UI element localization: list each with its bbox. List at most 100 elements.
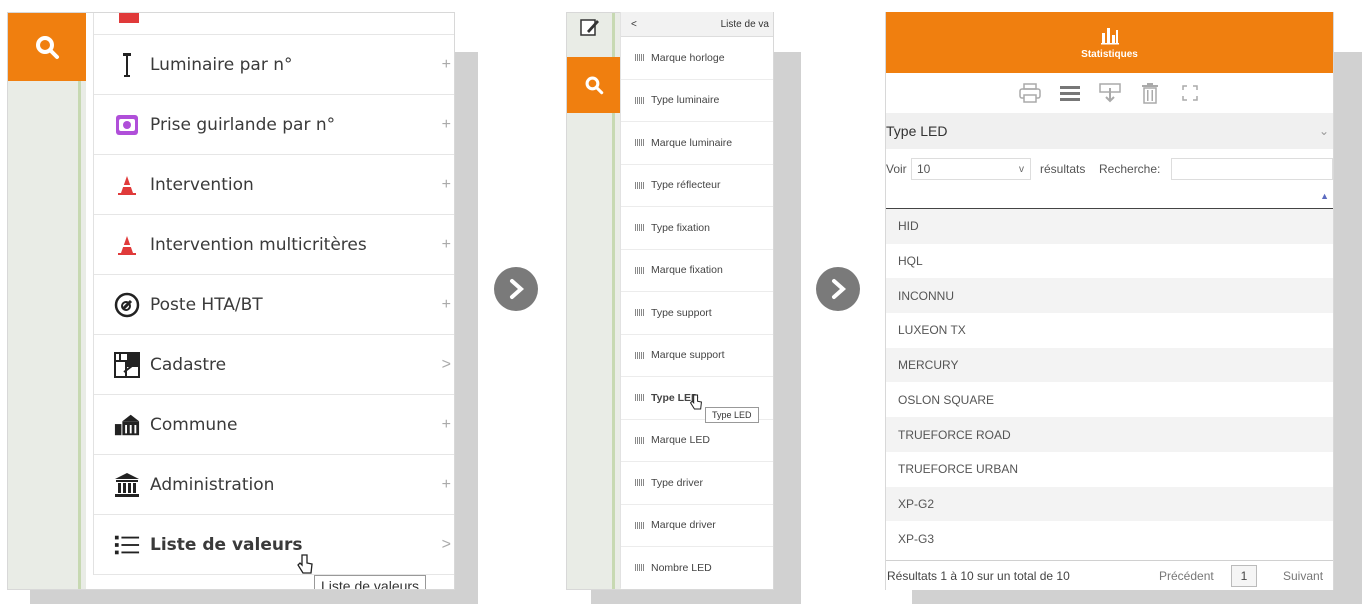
list-item[interactable]: Type driver [621,462,773,505]
menu-item-commune[interactable]: Commune + [94,395,454,455]
sort-asc-icon[interactable]: ▲ [1320,191,1329,201]
search-icon [36,36,59,59]
table-row[interactable]: TRUEFORCE URBAN [886,452,1333,487]
expand-icon: + [441,175,451,193]
bar-chart-icon [1100,28,1119,45]
table-row[interactable]: INCONNU [886,278,1333,314]
list-item[interactable]: Marque horloge [621,37,773,80]
show-label: Voir [886,162,907,176]
bank-icon [114,472,140,498]
table-icon [635,266,645,274]
hand-cursor-icon [296,553,314,580]
town-hall-icon [114,412,140,438]
list-item[interactable]: Type support [621,292,773,335]
table-row[interactable]: OSLON SQUARE [886,383,1333,418]
table-row[interactable]: HID [886,209,1333,244]
menu-icon[interactable] [1058,81,1082,105]
list-item[interactable]: Marque LED [621,420,773,462]
edit-icon[interactable] [579,17,601,42]
menu-item-label: Liste de valeurs [150,534,303,555]
page-size-select[interactable]: 10 v [911,158,1031,180]
menu-item-label: Administration [150,474,275,495]
table-row[interactable]: TRUEFORCE ROAD [886,417,1333,452]
trash-icon[interactable] [1138,81,1162,105]
next-button[interactable]: Suivant [1283,569,1323,583]
print-icon[interactable] [1018,81,1042,105]
menu-item-cadastre[interactable]: Cadastre > [94,335,454,395]
search-button[interactable] [8,13,86,81]
list-item-type-led[interactable]: Type LED Type LED [621,377,773,423]
list-item[interactable]: Type fixation [621,207,773,250]
chevron-down-icon: ⌄ [1318,124,1329,138]
table-icon [635,479,645,487]
menu-item-poste-hta-bt[interactable]: Poste HTA/BT + [94,275,454,335]
table-row[interactable]: LUXEON TX [886,313,1333,348]
list-item[interactable]: Type luminaire [621,80,773,122]
cell-value: HID [898,219,919,234]
list-item-label: Type fixation [651,221,710,234]
menu-item-luminaire[interactable]: Luminaire par n° + [94,35,454,95]
cell-value: LUXEON TX [898,323,966,338]
table-title-bar[interactable]: Type LED ⌄ [886,113,1333,149]
submenu-header: < Liste de va [621,12,773,37]
list-item-label: Type support [651,306,712,319]
page-1-button[interactable]: 1 [1231,565,1257,587]
menu-item-intervention-multicriteres[interactable]: Intervention multicritères + [94,215,454,275]
lamp-post-icon [114,52,140,78]
cell-value: HQL [898,254,923,269]
previous-button[interactable]: Précédent [1159,569,1214,583]
map-grid-icon [114,351,140,378]
list-item-label: Marque horloge [651,51,725,64]
list-item[interactable]: Marque fixation [621,250,773,292]
menu-item-label: Intervention multicritères [150,234,367,255]
traffic-cone-icon [114,232,140,258]
search-label: Recherche: [1099,162,1161,176]
cell-value: XP-G2 [898,496,935,511]
menu-item-label: Prise guirlande par n° [150,114,336,135]
table-icon [635,139,645,147]
traffic-cone-icon [114,172,140,198]
list-item-label: Marque luminaire [651,136,733,149]
list-item[interactable]: Nombre LED [621,547,773,588]
list-item-label: Marque LED [651,434,710,447]
list-item[interactable]: Marque support [621,335,773,377]
cell-value: TRUEFORCE ROAD [898,427,1011,442]
list-item[interactable]: Type réflecteur [621,165,773,207]
fullscreen-icon[interactable] [1178,81,1202,105]
menu-item-liste-de-valeurs[interactable]: Liste de valeurs > [94,515,454,575]
list-item[interactable]: Marque driver [621,505,773,547]
chevron-down-icon: v [1019,163,1024,175]
table-row[interactable]: HQL [886,244,1333,279]
menu-item-label: Poste HTA/BT [150,294,263,315]
table-row[interactable]: XP-G3 [886,521,1333,556]
download-icon[interactable] [1098,81,1122,105]
menu-item-intervention[interactable]: Intervention + [94,155,454,215]
panel1: Luminaire par n° + Prise guirlande par n… [7,12,455,590]
list-item[interactable]: Marque luminaire [621,122,773,165]
list-item-label: Marque support [651,349,725,362]
table-row[interactable]: XP-G2 [886,486,1333,522]
chevron-right-icon [832,279,847,299]
expand-icon: + [441,235,451,253]
cell-value: TRUEFORCE URBAN [898,462,1019,477]
back-button[interactable]: < [631,19,637,30]
search-input[interactable] [1171,158,1333,180]
chevron-right-icon [510,279,525,299]
cell-value: OSLON SQUARE [898,392,995,407]
table-icon [635,521,645,529]
statistics-header: Statistiques [886,12,1333,73]
chevron-right-icon: > [441,535,451,553]
table-row[interactable]: MERCURY [886,347,1333,383]
expand-icon: + [441,115,451,133]
list-item-label: Type réflecteur [651,179,721,192]
statistics-title: Statistiques [1081,49,1138,60]
toolbar [886,73,1333,113]
menu-item-prise-guirlande[interactable]: Prise guirlande par n° + [94,95,454,155]
chevron-right-icon: > [441,355,451,373]
menu-item-administration[interactable]: Administration + [94,455,454,515]
main-menu: Luminaire par n° + Prise guirlande par n… [93,13,454,575]
table-icon [635,309,645,317]
search-button[interactable] [567,57,621,113]
expand-icon: + [441,295,451,313]
list-item-label: Type driver [651,476,703,489]
